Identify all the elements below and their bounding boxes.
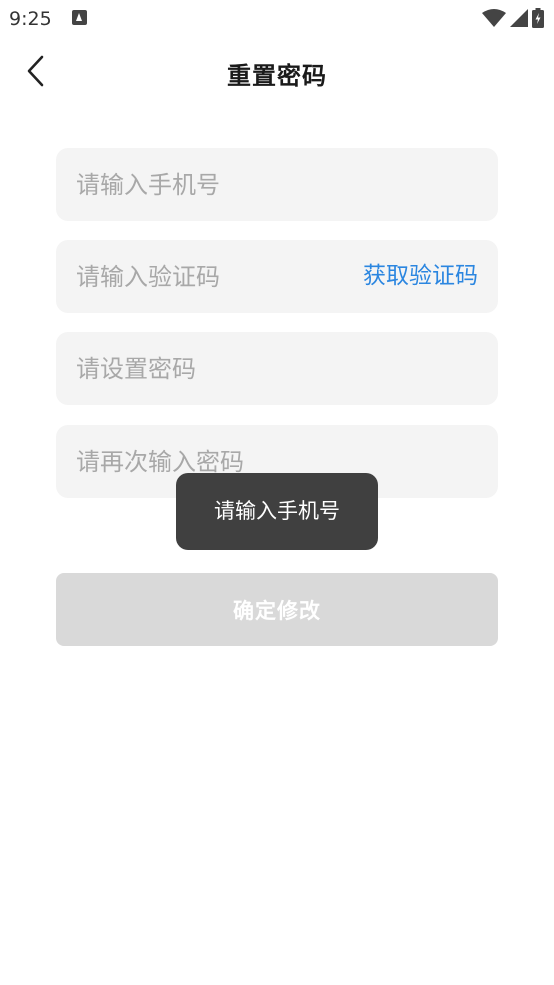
password-input[interactable]	[76, 332, 336, 405]
wifi-icon	[482, 9, 506, 27]
verification-code-input[interactable]	[76, 240, 336, 313]
header: 重置密码	[0, 38, 554, 104]
status-bar: 9:25	[0, 0, 554, 38]
status-icons	[482, 8, 544, 28]
phone-field	[56, 148, 498, 221]
signal-icon	[510, 9, 528, 27]
verification-code-field: 获取验证码	[56, 240, 498, 313]
get-code-button[interactable]: 获取验证码	[363, 240, 478, 313]
app-notification-icon	[72, 10, 87, 25]
phone-input[interactable]	[76, 148, 336, 221]
status-time: 9:25	[9, 8, 52, 30]
toast-message: 请输入手机号	[176, 473, 378, 550]
password-field	[56, 332, 498, 405]
reset-password-screen: 9:25 重置密码 获取验证码	[0, 0, 554, 985]
page-title: 重置密码	[227, 62, 327, 90]
battery-charging-icon	[532, 8, 544, 28]
submit-button[interactable]: 确定修改	[56, 573, 498, 646]
